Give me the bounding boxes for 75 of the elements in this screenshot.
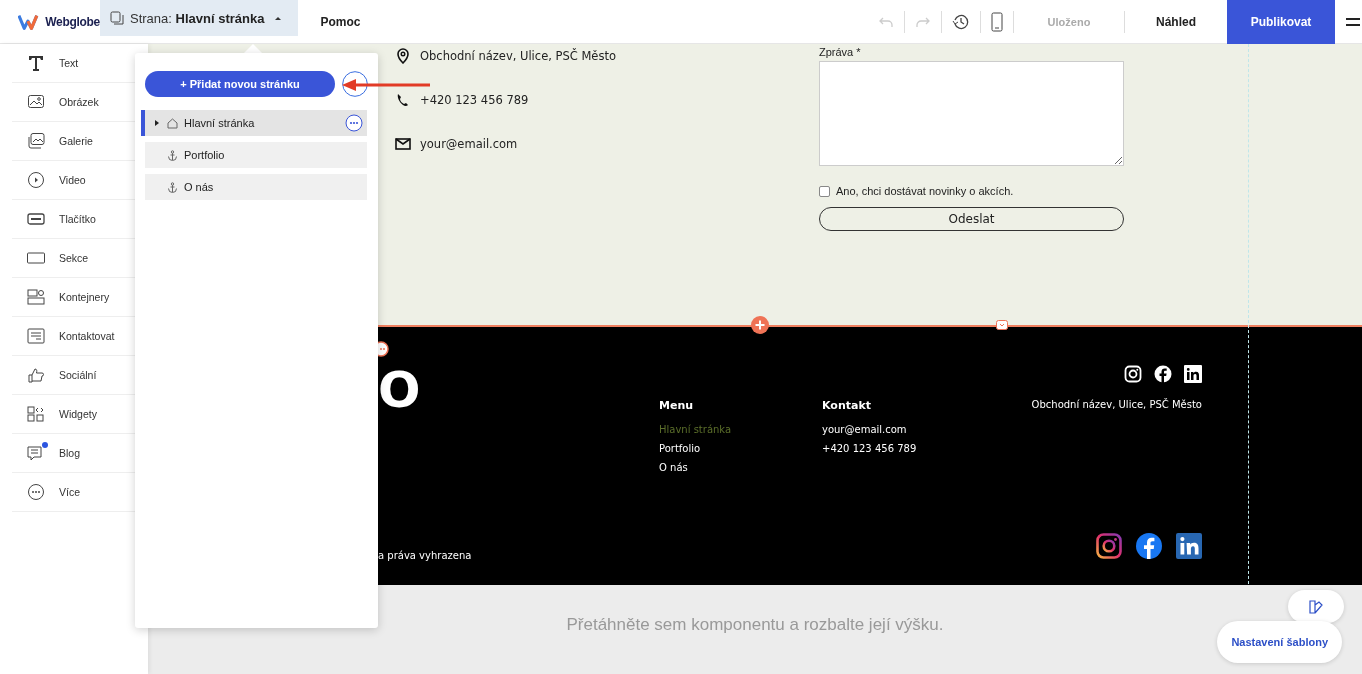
footer-link[interactable]: Hlavní stránka <box>659 424 822 435</box>
rectangle-icon <box>27 249 45 267</box>
text-tool-icon <box>27 54 45 72</box>
add-section-icon[interactable] <box>751 316 769 334</box>
mobile-phone-icon[interactable] <box>991 11 1003 32</box>
form-icon <box>27 327 45 345</box>
logo-text: Webglobe <box>45 14 100 29</box>
button-shape-icon <box>27 210 45 228</box>
anchor-icon <box>167 181 178 193</box>
sidebar-label[interactable]: Obrázek <box>59 96 99 108</box>
section-handle-icon[interactable] <box>996 320 1008 330</box>
containers-icon <box>27 288 45 306</box>
facebook-icon[interactable] <box>1154 365 1172 383</box>
page-name: Hlavní stránka <box>184 117 255 129</box>
paint-swatch-icon <box>1308 598 1324 615</box>
play-circle-icon <box>27 171 45 189</box>
gallery-icon <box>27 132 45 150</box>
anchor-icon <box>167 149 178 161</box>
preview-button[interactable]: Náhled <box>1125 13 1227 30</box>
envelope-icon <box>395 136 411 152</box>
instagram-icon[interactable] <box>1096 533 1122 559</box>
speech-bubble-icon <box>27 444 45 462</box>
pages-icon <box>110 11 124 25</box>
footer-link[interactable]: Portfolio <box>659 443 822 454</box>
checkbox-label: Ano, chci dostávat novinky o akcích. <box>836 185 1014 197</box>
caret-right-icon <box>153 119 161 127</box>
help-link[interactable]: Pomoc <box>320 14 361 29</box>
footer-heading: Kontakt <box>822 399 872 412</box>
page-list-item[interactable]: O nás <box>145 174 367 200</box>
image-icon <box>27 93 45 111</box>
logo-text: O <box>378 365 422 415</box>
location-pin-icon <box>395 48 411 64</box>
contact-text: +420 123 456 789 <box>420 93 529 107</box>
footer-heading: Menu <box>659 399 695 412</box>
contact-text: your@email.com <box>420 137 518 151</box>
linkedin-icon[interactable] <box>1184 365 1202 383</box>
thumbs-up-icon <box>27 366 45 384</box>
sidebar-label[interactable]: Sociální <box>59 369 97 381</box>
sidebar-label[interactable]: Video <box>59 174 86 186</box>
field-label: Zpráva * <box>819 45 862 60</box>
page-list-item[interactable]: Portfolio <box>145 142 367 168</box>
facebook-icon[interactable] <box>1136 533 1162 559</box>
footer-contact-text: your@email.com <box>822 424 908 435</box>
sidebar-label[interactable]: Widgety <box>59 408 97 420</box>
sidebar-label[interactable]: Text <box>59 57 79 69</box>
widgets-icon <box>27 405 45 423</box>
highlight-circle-icon <box>342 71 368 97</box>
publish-button[interactable]: Publikovat <box>1227 0 1335 44</box>
page-selector[interactable]: Strana: Hlavní stránka <box>100 0 299 36</box>
sidebar-label[interactable]: Galerie <box>59 135 93 147</box>
more-circle-icon <box>27 483 45 501</box>
menu-icon[interactable] <box>1346 16 1360 27</box>
phone-icon <box>395 92 411 108</box>
sidebar-label[interactable]: Kontaktovat <box>59 330 115 342</box>
sidebar-label[interactable]: Sekce <box>59 252 89 264</box>
home-icon <box>167 117 178 129</box>
copyright-text: a práva vyhrazena <box>378 550 473 561</box>
save-status: Uloženo <box>1046 15 1092 28</box>
add-page-button[interactable]: + Přidat novou stránku <box>145 71 335 97</box>
sidebar-label[interactable]: Kontejnery <box>59 291 110 303</box>
sidebar-label[interactable]: Tlačítko <box>59 213 96 225</box>
contact-text: Obchodní název, Ulice, PSČ Město <box>420 49 616 63</box>
footer-address: Obchodní název, Ulice, PSČ Město <box>1031 399 1202 410</box>
instagram-icon[interactable] <box>1124 365 1142 383</box>
checkbox[interactable] <box>819 185 830 197</box>
sidebar-label[interactable]: Více <box>59 486 80 498</box>
pointer-arrow-icon <box>340 78 432 92</box>
history-icon[interactable] <box>952 12 970 31</box>
page-name: Portfolio <box>184 149 225 161</box>
page-name: O nás <box>184 181 214 193</box>
footer-link[interactable]: O nás <box>659 462 822 473</box>
template-settings-button[interactable]: Nastavení šablony <box>1217 621 1342 663</box>
sidebar-label[interactable]: Blog <box>59 447 80 459</box>
footer-contact-text: +420 123 456 789 <box>822 443 918 454</box>
message-field[interactable] <box>819 61 1124 166</box>
